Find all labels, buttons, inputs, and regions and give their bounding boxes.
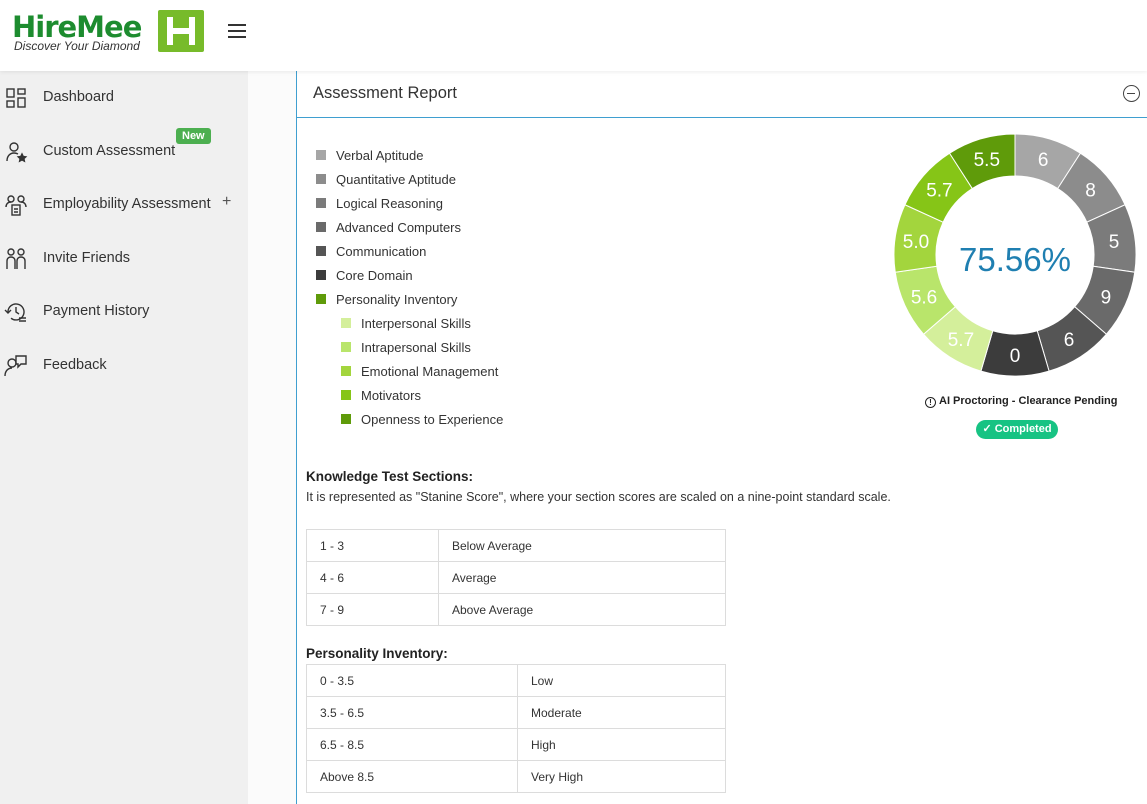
range-cell: 1 - 3 (306, 529, 439, 562)
sidebar-item-label: Dashboard (43, 89, 114, 105)
sidebar-item-employability-assessment[interactable]: Employability Assessment + (0, 185, 248, 225)
knowledge-section-title: Knowledge Test Sections: (306, 469, 474, 484)
table-row: 1 - 3 Below Average (306, 529, 726, 562)
level-cell: Moderate (517, 696, 726, 729)
legend-swatch (341, 390, 351, 400)
assessment-report-panel: Assessment Report Verbal Aptitude Quantit… (296, 71, 1147, 804)
content-gutter (248, 71, 296, 804)
legend-label: Personality Inventory (336, 292, 458, 307)
level-cell: Low (517, 664, 726, 697)
legend-label: Core Domain (336, 268, 413, 283)
range-cell: 7 - 9 (306, 593, 439, 626)
sidebar-item-label: Payment History (43, 303, 150, 319)
legend-swatch (341, 414, 351, 424)
new-badge: New (176, 128, 211, 144)
donut-segment-label: 9 (1101, 288, 1112, 309)
feedback-user-icon (4, 355, 27, 377)
legend-label: Openness to Experience (361, 412, 504, 427)
legend-swatch (316, 150, 326, 160)
donut-segment-label: 5.5 (974, 150, 1000, 171)
donut-segment-label: 8 (1085, 181, 1096, 202)
completed-badge: ✓ Completed (976, 420, 1058, 439)
level-cell: Above Average (438, 593, 726, 626)
logo-h-icon (158, 10, 204, 52)
donut-segment-label: 0 (1010, 346, 1021, 367)
range-cell: 0 - 3.5 (306, 664, 518, 697)
user-star-icon (6, 142, 28, 163)
range-cell: 3.5 - 6.5 (306, 696, 518, 729)
donut-segment-label: 5.7 (926, 181, 952, 202)
overall-score: 75.56% (959, 241, 1071, 278)
personality-table: 0 - 3.5 Low 3.5 - 6.5 Moderate 6.5 - 8.5 High… (306, 664, 726, 793)
donut-segment-label: 6 (1038, 150, 1049, 171)
sidebar-item-feedback[interactable]: Feedback (0, 346, 248, 386)
range-cell: 4 - 6 (306, 561, 439, 594)
sidebar-item-label: Custom Assessment (43, 143, 176, 159)
legend-label: Logical Reasoning (336, 196, 443, 211)
legend-swatch (341, 366, 351, 376)
legend-swatch (316, 174, 326, 184)
legend-label: Motivators (361, 388, 421, 403)
legend-label: Interpersonal Skills (361, 316, 471, 331)
table-row: 7 - 9 Above Average (306, 593, 726, 626)
collapse-minus-icon[interactable] (1123, 85, 1140, 102)
legend-label: Emotional Management (361, 364, 499, 379)
donut-segment-label: 5.6 (911, 288, 937, 309)
table-row: 3.5 - 6.5 Moderate (306, 696, 726, 729)
level-cell: Very High (517, 760, 726, 793)
legend-swatch (316, 246, 326, 256)
brand-tagline: Discover Your Diamond (14, 39, 140, 53)
table-row: Above 8.5 Very High (306, 760, 726, 793)
sidebar-item-payment-history[interactable]: Payment History (0, 292, 248, 332)
legend-label: Quantitative Aptitude (336, 172, 456, 187)
dashboard-grid-icon (6, 88, 26, 108)
legend-label: Advanced Computers (336, 220, 462, 235)
donut-segment-label: 6 (1064, 330, 1075, 351)
donut-segment-label: 5.7 (948, 330, 974, 351)
check-icon: ✓ (982, 423, 992, 435)
sidebar-item-custom-assessment[interactable]: Custom Assessment New (0, 128, 248, 172)
sidebar: Dashboard Custom Assessment New Employab… (0, 71, 248, 804)
history-icon (4, 303, 26, 322)
status-text: Completed (994, 423, 1052, 435)
sidebar-item-invite-friends[interactable]: Invite Friends (0, 239, 248, 279)
sidebar-item-label: Feedback (43, 357, 107, 373)
sidebar-item-label: Invite Friends (43, 250, 131, 266)
menu-hamburger-icon[interactable] (228, 24, 246, 38)
stanine-table: 1 - 3 Below Average 4 - 6 Average 7 - 9 Above… (306, 529, 726, 626)
range-cell: Above 8.5 (306, 760, 518, 793)
table-row: 4 - 6 Average (306, 561, 726, 594)
legend-label: Intrapersonal Skills (361, 340, 471, 355)
page-title: Assessment Report (313, 84, 457, 102)
level-cell: Average (438, 561, 726, 594)
sidebar-item-dashboard[interactable]: Dashboard (0, 78, 248, 118)
legend-swatch (316, 222, 326, 232)
table-row: 0 - 3.5 Low (306, 664, 726, 697)
level-cell: High (517, 728, 726, 761)
level-cell: Below Average (438, 529, 726, 562)
top-bar: HireMee Discover Your Diamond (0, 0, 1147, 71)
expand-plus-icon[interactable]: + (222, 193, 231, 211)
proctoring-status: ! AI Proctoring - Clearance Pending (925, 395, 1117, 408)
hiremee-logo[interactable]: HireMee Discover Your Diamond (12, 10, 212, 56)
legend-swatch (341, 342, 351, 352)
personality-section-title: Personality Inventory: (306, 646, 448, 661)
legend-swatch (316, 294, 326, 304)
alert-circle-icon: ! (925, 397, 936, 408)
legend-swatch (316, 270, 326, 280)
users-clipboard-icon (5, 195, 27, 216)
legend-label: Verbal Aptitude (336, 148, 424, 163)
sidebar-item-label: Employability Assessment (43, 196, 211, 212)
legend-swatch (341, 318, 351, 328)
range-cell: 6.5 - 8.5 (306, 728, 518, 761)
panel-header: Assessment Report (297, 71, 1147, 118)
legend-swatch (316, 198, 326, 208)
legend-label: Communication (336, 244, 427, 259)
proctoring-text: AI Proctoring - Clearance Pending (939, 395, 1118, 407)
people-icon (6, 248, 26, 269)
knowledge-section-desc: It is represented as "Stanine Score", wh… (306, 490, 891, 504)
table-row: 6.5 - 8.5 High (306, 728, 726, 761)
